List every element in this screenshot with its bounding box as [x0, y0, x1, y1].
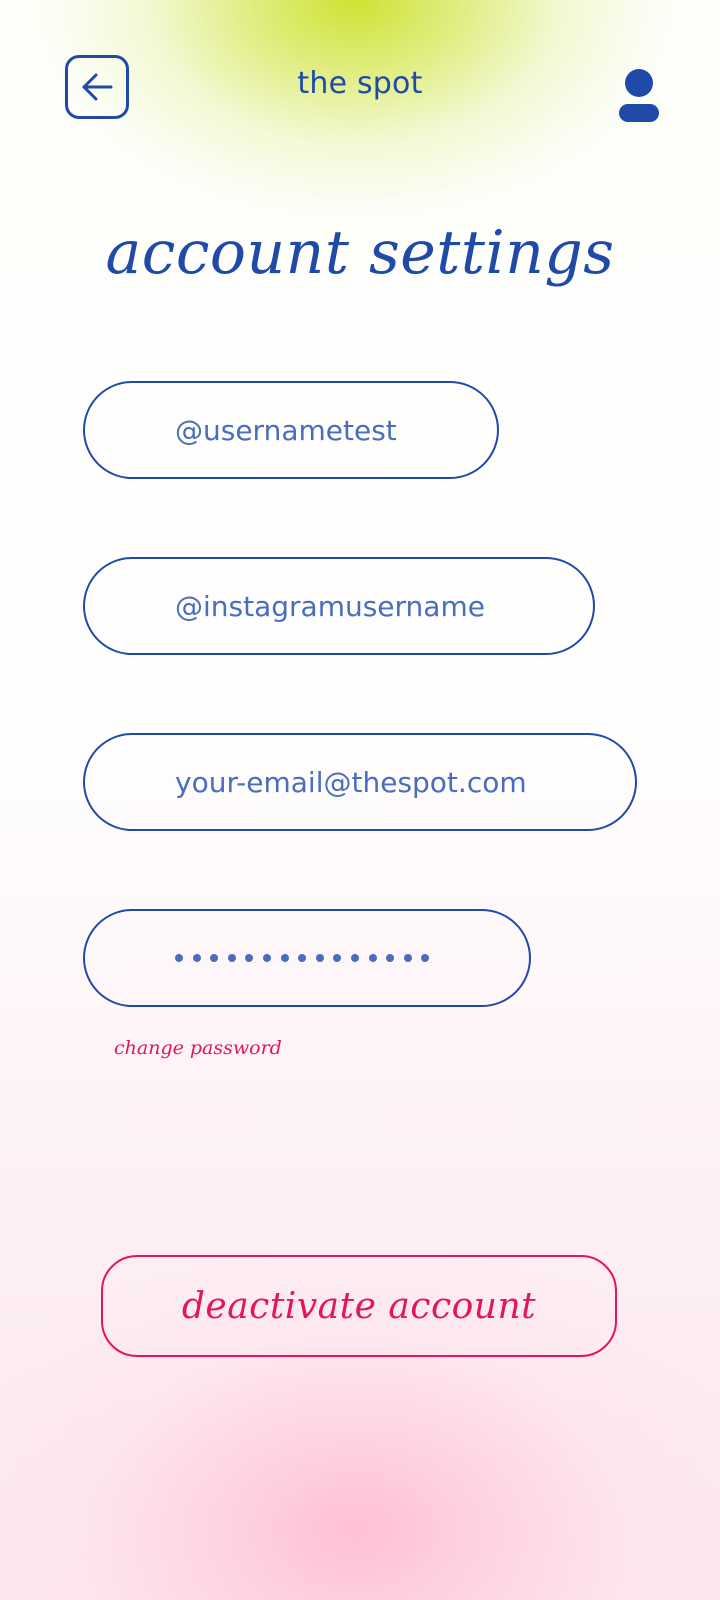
deactivate-account-button[interactable]: deactivate account — [101, 1255, 617, 1357]
user-icon[interactable] — [617, 68, 661, 124]
password-dot — [315, 954, 324, 962]
password-dot — [280, 954, 289, 962]
password-dot — [333, 954, 342, 962]
password-mask — [175, 954, 430, 962]
change-password-link[interactable]: change password — [114, 1037, 282, 1059]
password-dot — [175, 954, 183, 962]
password-dot — [368, 954, 377, 962]
password-dot — [421, 954, 430, 962]
page-title: account settings — [105, 218, 615, 288]
password-dot — [192, 954, 201, 962]
password-dot — [210, 954, 219, 962]
instagram-field[interactable]: @instagramusername — [83, 557, 595, 655]
password-dot — [245, 954, 254, 962]
username-field[interactable]: @usernametest — [83, 381, 499, 479]
email-field[interactable]: your-email@thespot.com — [83, 733, 637, 831]
password-dot — [227, 954, 236, 962]
password-dot — [386, 954, 395, 962]
password-field[interactable] — [83, 909, 531, 1007]
password-dot — [403, 954, 412, 962]
app-title: the spot — [297, 66, 423, 101]
password-dot — [262, 954, 271, 962]
password-dot — [298, 954, 307, 962]
password-dot — [350, 954, 359, 962]
